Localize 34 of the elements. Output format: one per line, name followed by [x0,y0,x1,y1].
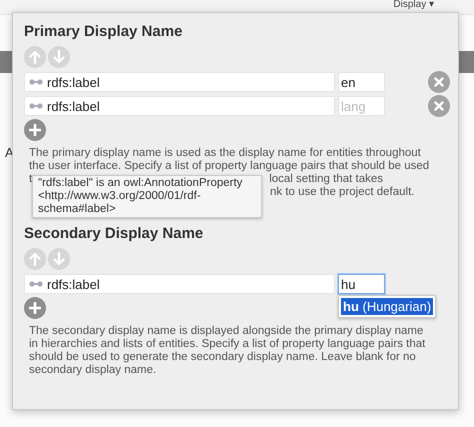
description-text: secondary display name. [29,364,156,377]
tooltip: "rdfs:label" is an owl:AnnotationProperty <http://www.w3.org/2000/01/rdf-schema#label> [32,175,262,218]
property-name: rdfs:label [47,98,100,114]
suggestion-item[interactable]: hu (Hungarian) [341,298,434,315]
description-text: in hierarchies and lists of entities. Specify a list of property language pairs that [29,338,426,351]
description-text: The primary display name is used as the display name for entities throughout [29,147,421,160]
plus-icon [29,302,41,314]
description-text: t [29,173,32,186]
property-name: rdfs:label [47,74,100,90]
display-menu[interactable]: Display ▾ [393,0,434,14]
plus-icon [29,124,41,136]
language-field[interactable]: en [338,72,385,92]
property-field[interactable]: rdfs:label [24,274,335,294]
link-icon [29,79,43,85]
link-icon [29,103,43,109]
language-field[interactable]: hu [338,274,385,294]
language-field[interactable]: lang [338,96,385,116]
description-text: the user interface. Specify a list of property language pairs that should be used [29,160,430,173]
property-field[interactable]: rdfs:label [24,72,335,92]
description-text: local setting that takes [269,173,383,186]
close-icon [434,77,444,87]
remove-button[interactable] [428,71,450,93]
add-button[interactable] [24,119,46,141]
property-name: rdfs:label [47,276,100,292]
section-title: Primary Display Name [24,23,184,42]
remove-button[interactable] [428,95,450,117]
property-field[interactable]: rdfs:label [24,96,335,116]
link-icon [29,281,43,287]
section-title: Secondary Display Name [24,225,204,244]
description-text: should be used to generate the secondary display name. Leave blank for no [29,351,416,364]
close-icon [434,101,444,111]
description-text: nk to use the project default. [270,186,414,199]
description-text: The secondary display name is displayed alongside the primary display name [29,325,424,338]
add-button[interactable] [24,297,46,319]
